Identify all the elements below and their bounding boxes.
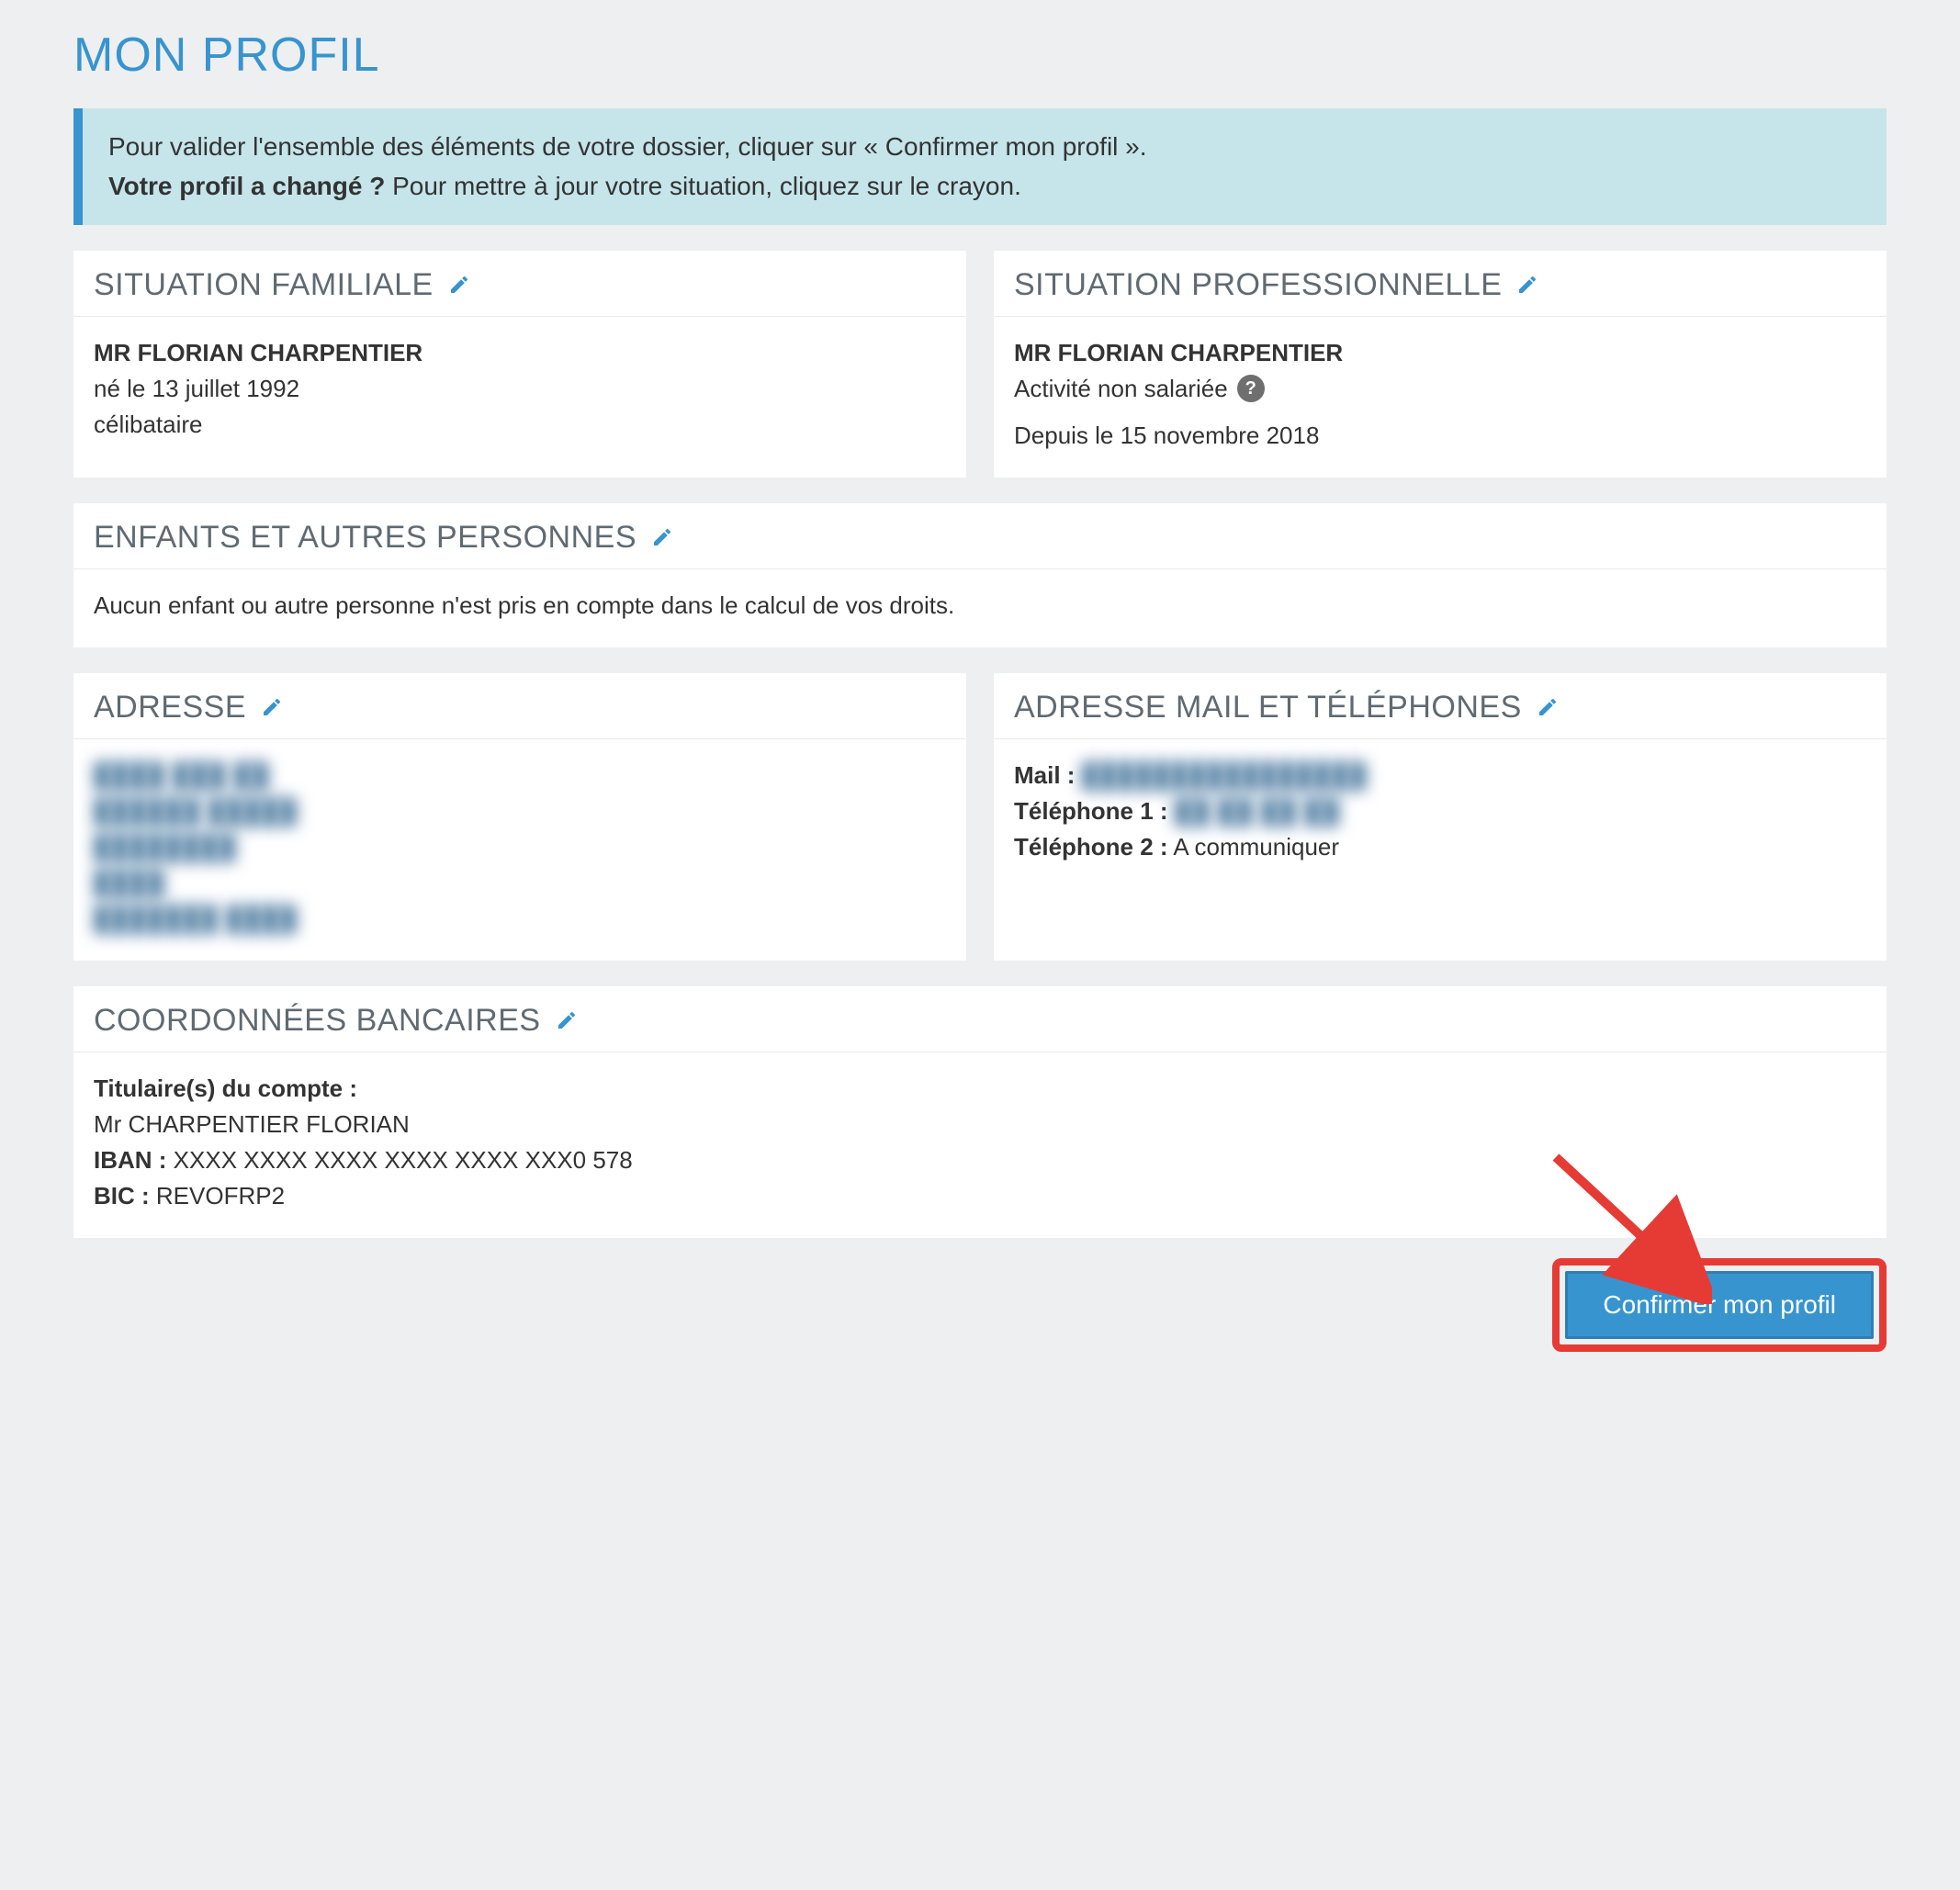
pencil-icon[interactable] — [446, 272, 472, 298]
banner-line1: Pour valider l'ensemble des éléments de … — [108, 132, 1147, 161]
card-children: ENFANTS ET AUTRES PERSONNES Aucun enfant… — [73, 503, 1887, 647]
address-title: ADRESSE — [94, 690, 246, 726]
address-line: ███████ ████ — [94, 901, 946, 937]
pencil-icon[interactable] — [649, 524, 675, 550]
family-title: SITUATION FAMILIALE — [94, 267, 434, 303]
family-birth: né le 13 juillet 1992 — [94, 371, 946, 407]
help-icon[interactable]: ? — [1237, 375, 1265, 402]
card-family: SITUATION FAMILIALE MR FLORIAN CHARPENTI… — [73, 251, 966, 478]
children-text: Aucun enfant ou autre personne n'est pri… — [94, 591, 954, 619]
iban-label: IBAN : — [94, 1146, 166, 1174]
address-line: ████████ — [94, 829, 946, 865]
bic-label: BIC : — [94, 1182, 150, 1209]
confirm-highlight: Confirmer mon profil — [1552, 1258, 1887, 1352]
pencil-icon[interactable] — [259, 694, 285, 720]
confirm-profile-button[interactable]: Confirmer mon profil — [1565, 1271, 1874, 1339]
professional-name: MR FLORIAN CHARPENTIER — [1014, 335, 1866, 371]
professional-since: Depuis le 15 novembre 2018 — [1014, 418, 1866, 454]
family-name: MR FLORIAN CHARPENTIER — [94, 335, 946, 371]
address-line: ████ — [94, 865, 946, 901]
professional-activity: Activité non salariée — [1014, 371, 1228, 407]
family-status: célibataire — [94, 407, 946, 443]
page-title: MON PROFIL — [73, 28, 1887, 83]
info-banner: Pour valider l'ensemble des éléments de … — [73, 108, 1887, 225]
mail-value: ████████████████ — [1082, 758, 1368, 793]
professional-title: SITUATION PROFESSIONNELLE — [1014, 267, 1502, 303]
children-title: ENFANTS ET AUTRES PERSONNES — [94, 520, 636, 556]
card-address: ADRESSE ████ ███ ██ ██████ █████ ███████… — [73, 673, 966, 961]
address-line: ██████ █████ — [94, 793, 946, 829]
tel1-label: Téléphone 1 : — [1014, 797, 1168, 825]
bank-holder-label: Titulaire(s) du compte : — [94, 1074, 357, 1102]
pencil-icon[interactable] — [554, 1007, 580, 1033]
iban-value: XXXX XXXX XXXX XXXX XXXX XXX0 578 — [174, 1146, 633, 1174]
card-professional: SITUATION PROFESSIONNELLE MR FLORIAN CHA… — [994, 251, 1887, 478]
bank-holder-value: Mr CHARPENTIER FLORIAN — [94, 1110, 410, 1138]
banner-line2-tail: Pour mettre à jour votre situation, cliq… — [385, 172, 1021, 200]
tel1-value: ██ ██ ██ ██ — [1175, 793, 1340, 829]
card-contact: ADRESSE MAIL ET TÉLÉPHONES Mail : ██████… — [994, 673, 1887, 961]
tel2-value: A communiquer — [1173, 833, 1339, 861]
pencil-icon[interactable] — [1515, 272, 1540, 298]
mail-label: Mail : — [1014, 761, 1075, 789]
card-bank: COORDONNÉES BANCAIRES Titulaire(s) du co… — [73, 986, 1887, 1238]
address-line: ████ ███ ██ — [94, 758, 946, 793]
bic-value: REVOFRP2 — [156, 1182, 285, 1209]
banner-bold: Votre profil a changé ? — [108, 172, 385, 200]
pencil-icon[interactable] — [1535, 694, 1560, 720]
tel2-label: Téléphone 2 : — [1014, 833, 1168, 861]
bank-title: COORDONNÉES BANCAIRES — [94, 1003, 541, 1039]
contact-title: ADRESSE MAIL ET TÉLÉPHONES — [1014, 690, 1522, 726]
